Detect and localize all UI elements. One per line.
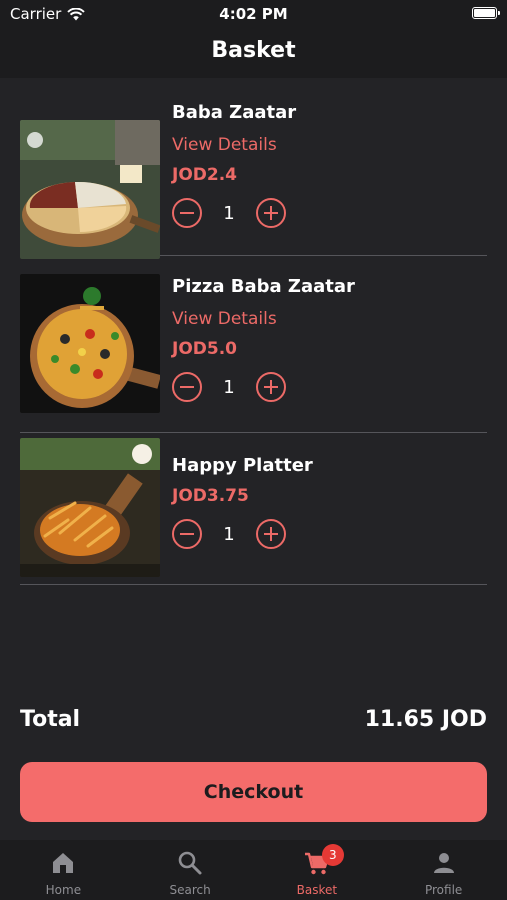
decrease-quantity-button[interactable]	[172, 519, 202, 549]
tab-home[interactable]: Home	[0, 840, 127, 900]
tab-profile[interactable]: Profile	[380, 840, 507, 900]
item-name: Pizza Baba Zaatar	[172, 276, 355, 297]
total-amount: 11.65 JOD	[364, 706, 487, 732]
home-icon	[53, 853, 74, 873]
person-icon	[433, 853, 454, 873]
pizza-image	[20, 120, 160, 259]
page-title: Basket	[211, 38, 296, 63]
item-price: JOD5.0	[172, 339, 238, 359]
tab-basket[interactable]: 3 Basket	[254, 840, 381, 900]
decrease-quantity-button[interactable]	[172, 372, 202, 402]
view-details-link[interactable]: View Details	[172, 306, 472, 332]
battery-icon	[472, 7, 500, 19]
total-summary: Total 11.65 JOD	[20, 702, 487, 736]
basket-item: Happy Platter JOD3.75 1	[20, 433, 487, 585]
quantity-value: 1	[223, 376, 235, 398]
item-price: JOD3.75	[172, 486, 249, 506]
tab-label: Search	[169, 883, 211, 897]
basket-item: Baba Zaatar View Details JOD2.4 1	[20, 100, 487, 259]
quantity-value: 1	[223, 202, 235, 224]
tab-label: Home	[45, 883, 82, 897]
view-details-link[interactable]: View Details	[172, 132, 472, 158]
navigation-bar: Basket	[0, 28, 507, 78]
checkout-button[interactable]: Checkout	[20, 762, 487, 822]
quantity-stepper: 1	[172, 517, 472, 551]
status-bar: Carrier 4:02 PM	[0, 0, 507, 28]
pizza-image	[20, 274, 160, 413]
item-name: Baba Zaatar	[172, 102, 297, 123]
tab-search[interactable]: Search	[127, 840, 254, 900]
item-name: Happy Platter	[172, 455, 313, 476]
increase-quantity-button[interactable]	[256, 198, 286, 228]
increase-quantity-button[interactable]	[256, 519, 286, 549]
item-image	[20, 438, 160, 577]
tab-label: Profile	[424, 883, 463, 897]
tab-bar: Home Search 3 Basket Profile	[0, 840, 507, 900]
item-image	[20, 274, 160, 413]
cart-count-badge: 3	[321, 844, 344, 866]
platter-image	[20, 438, 160, 577]
basket-item: Pizza Baba Zaatar View Details JOD5.0 1	[20, 256, 487, 433]
item-image	[20, 120, 160, 259]
status-time: 4:02 PM	[219, 5, 288, 23]
quantity-value: 1	[223, 523, 235, 545]
quantity-stepper: 1	[172, 370, 472, 404]
search-icon	[178, 851, 202, 875]
increase-quantity-button[interactable]	[256, 372, 286, 402]
item-price: JOD2.4	[172, 165, 238, 185]
total-label: Total	[20, 706, 81, 732]
decrease-quantity-button[interactable]	[172, 198, 202, 228]
tab-label: Basket	[296, 883, 338, 897]
quantity-stepper: 1	[172, 196, 472, 230]
